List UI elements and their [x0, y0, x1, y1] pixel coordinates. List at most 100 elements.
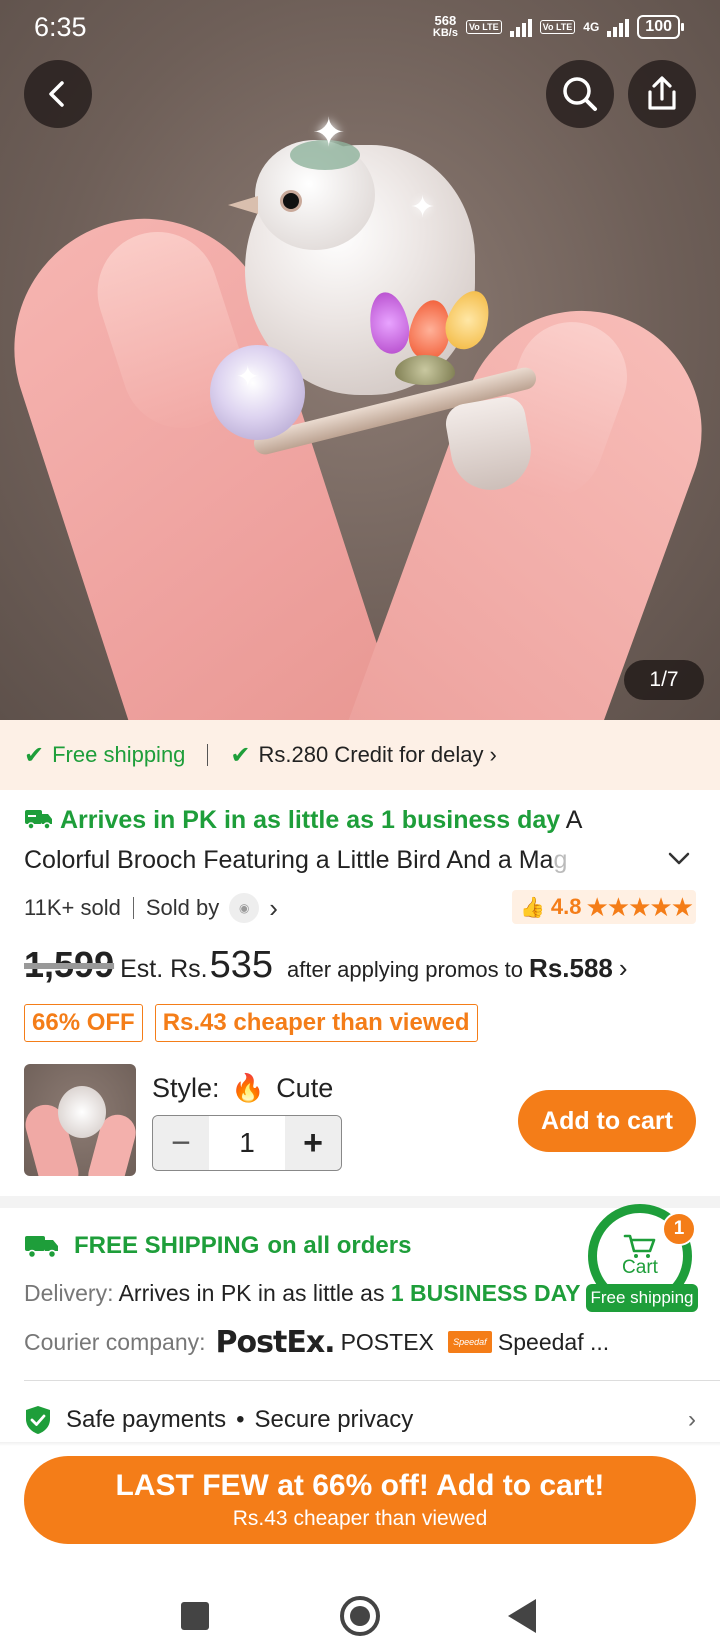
chevron-down-icon [668, 852, 690, 865]
divider [24, 1380, 720, 1381]
style-value: Cute [276, 1073, 334, 1103]
separator-dot: • [236, 1406, 245, 1433]
sparkle-icon: ✦ [312, 111, 346, 155]
thumb-bird [58, 1086, 106, 1138]
increase-quantity-button[interactable]: + [285, 1116, 341, 1170]
share-icon [648, 76, 676, 110]
price-row[interactable]: 1,599 Est. Rs. 535 after applying promos… [24, 944, 714, 996]
status-bar: 6:35 568 KB/s Vo LTE Vo LTE 4G 100 [0, 0, 720, 54]
discount-badges: 66% OFF Rs.43 cheaper than viewed [24, 1004, 478, 1042]
sold-info-row: 11K+ sold Sold by ◉ › 👍 4.8 ★★★★★ [24, 890, 696, 926]
delivery-days: 1 BUSINESS DAY [390, 1280, 581, 1306]
share-button[interactable] [628, 60, 696, 128]
cheaper-badge: Rs.43 cheaper than viewed [154, 1004, 478, 1042]
style-selector[interactable]: Style: 🔥 Cute [152, 1072, 333, 1104]
brooch-bird-beak [228, 196, 258, 214]
sparkle-icon: ✦ [410, 191, 436, 224]
check-icon: ✔ [24, 741, 45, 769]
star-rating-icon: ★★★★★ [585, 891, 694, 922]
variant-row: Style: 🔥 Cute − 1 + Add to cart [24, 1064, 696, 1176]
expand-title-button[interactable] [668, 846, 690, 872]
quantity-stepper: − 1 + [152, 1115, 342, 1171]
product-image-gallery[interactable]: ✦ ✦ ✦ 6:35 568 KB/s Vo LTE Vo LTE 4G 100… [0, 0, 720, 720]
rating-value: 4.8 [550, 894, 582, 919]
shipping-banner[interactable]: ✔ Free shipping ✔ Rs.280 Credit for dela… [0, 720, 720, 790]
postex-name: POSTEX [340, 1328, 434, 1355]
delivery-text: Arrives in PK in as little as [118, 1280, 385, 1306]
bottom-bar-shadow [0, 1442, 720, 1446]
courier-label: Courier company: [24, 1328, 206, 1355]
delivery-row[interactable]: Delivery: Arrives in PK in as little as … [24, 1280, 584, 1307]
product-title[interactable]: Arrives in PK in as little as 1 business… [24, 800, 664, 880]
postex-logo: PostEx. [215, 1324, 336, 1360]
back-arrow-icon [49, 81, 64, 107]
back-button[interactable] [24, 60, 92, 128]
seller-logo-icon[interactable]: ◉ [229, 893, 260, 923]
add-to-cart-button[interactable]: Add to cart [518, 1090, 696, 1152]
home-icon[interactable] [340, 1596, 380, 1636]
product-title-faded: g [553, 846, 568, 874]
chevron-right-icon: › [489, 742, 497, 767]
sold-count: 11K+ sold [24, 895, 121, 920]
original-price: 1,599 [24, 944, 115, 985]
recent-apps-icon[interactable] [181, 1602, 209, 1630]
promo-label: after applying promos to [287, 957, 524, 982]
search-button[interactable] [546, 60, 614, 128]
search-icon [563, 77, 597, 111]
promo-price: Rs.588 [529, 953, 613, 983]
network-speed: 568 KB/s [433, 14, 458, 40]
discount-badge: 66% OFF [24, 1004, 143, 1042]
est-price-label: Est. Rs. [120, 955, 208, 983]
last-few-add-to-cart-button[interactable]: LAST FEW at 66% off! Add to cart! Rs.43 … [24, 1456, 696, 1544]
cart-count-badge: 1 [662, 1212, 696, 1246]
chevron-right-icon: › [618, 953, 628, 983]
brooch-bird-eye [280, 190, 302, 212]
arrives-badge: Arrives in PK in as little as 1 business… [24, 806, 560, 834]
free-shipping-label: FREE SHIPPING [74, 1232, 260, 1259]
cart-free-shipping-tag: Free shipping [586, 1284, 698, 1312]
thumbs-up-icon: 👍 [519, 896, 545, 919]
rating-badge[interactable]: 👍 4.8 ★★★★★ [511, 890, 696, 924]
volte-icon: Vo LTE [539, 20, 576, 34]
floating-cart-button[interactable]: Cart 1 Free shipping [586, 1204, 698, 1312]
network-speed-unit: KB/s [432, 27, 458, 39]
battery-icon: 100 [637, 15, 684, 39]
truck-icon [25, 1236, 58, 1259]
system-navigation-bar [0, 1560, 720, 1650]
safe-payments-row[interactable]: Safe payments • Secure privacy › [24, 1400, 696, 1440]
signal-icon [509, 17, 532, 37]
flame-icon: 🔥 [231, 1073, 265, 1103]
speedaf-logo: Speedaf [447, 1331, 492, 1353]
decrease-quantity-button[interactable]: − [153, 1116, 209, 1170]
chevron-right-icon: › [688, 1406, 696, 1433]
arrives-text: Arrives in PK in as little as 1 business… [60, 806, 561, 834]
variant-thumbnail[interactable] [24, 1064, 136, 1176]
network-type: 4G [583, 20, 600, 34]
cta-sub-text: Rs.43 cheaper than viewed [232, 1507, 488, 1530]
quantity-value[interactable]: 1 [209, 1116, 285, 1170]
free-shipping-suffix: on all orders [267, 1232, 412, 1259]
sold-by-label: Sold by [145, 895, 220, 920]
status-indicators: 568 KB/s Vo LTE Vo LTE 4G 100 [433, 14, 684, 40]
secure-privacy-text: Secure privacy [254, 1406, 414, 1433]
est-price-value: 535 [209, 944, 274, 986]
image-counter: 1/7 [624, 660, 704, 700]
fast-truck-icon [25, 810, 52, 830]
check-icon: ✔ [230, 741, 251, 769]
shield-check-icon [26, 1406, 50, 1434]
cta-main-text: LAST FEW at 66% off! Add to cart! [115, 1469, 605, 1502]
chevron-right-icon[interactable]: › [269, 893, 278, 924]
back-triangle-icon[interactable] [508, 1599, 536, 1633]
delay-credit-text: Rs.280 Credit for delay [258, 742, 484, 767]
courier-row[interactable]: Courier company: PostEx. POSTEX Speedaf … [24, 1322, 696, 1362]
volte-icon: Vo LTE [465, 20, 502, 34]
cart-label: Cart [622, 1257, 658, 1278]
network-speed-value: 568 [434, 13, 457, 28]
status-time: 6:35 [34, 12, 87, 42]
free-shipping-row[interactable]: FREE SHIPPING on all orders [24, 1228, 411, 1264]
brooch-gem-green [395, 355, 455, 385]
cart-icon [623, 1234, 656, 1258]
divider [132, 897, 134, 919]
sparkle-icon: ✦ [236, 361, 260, 392]
delivery-label: Delivery: [24, 1280, 114, 1306]
